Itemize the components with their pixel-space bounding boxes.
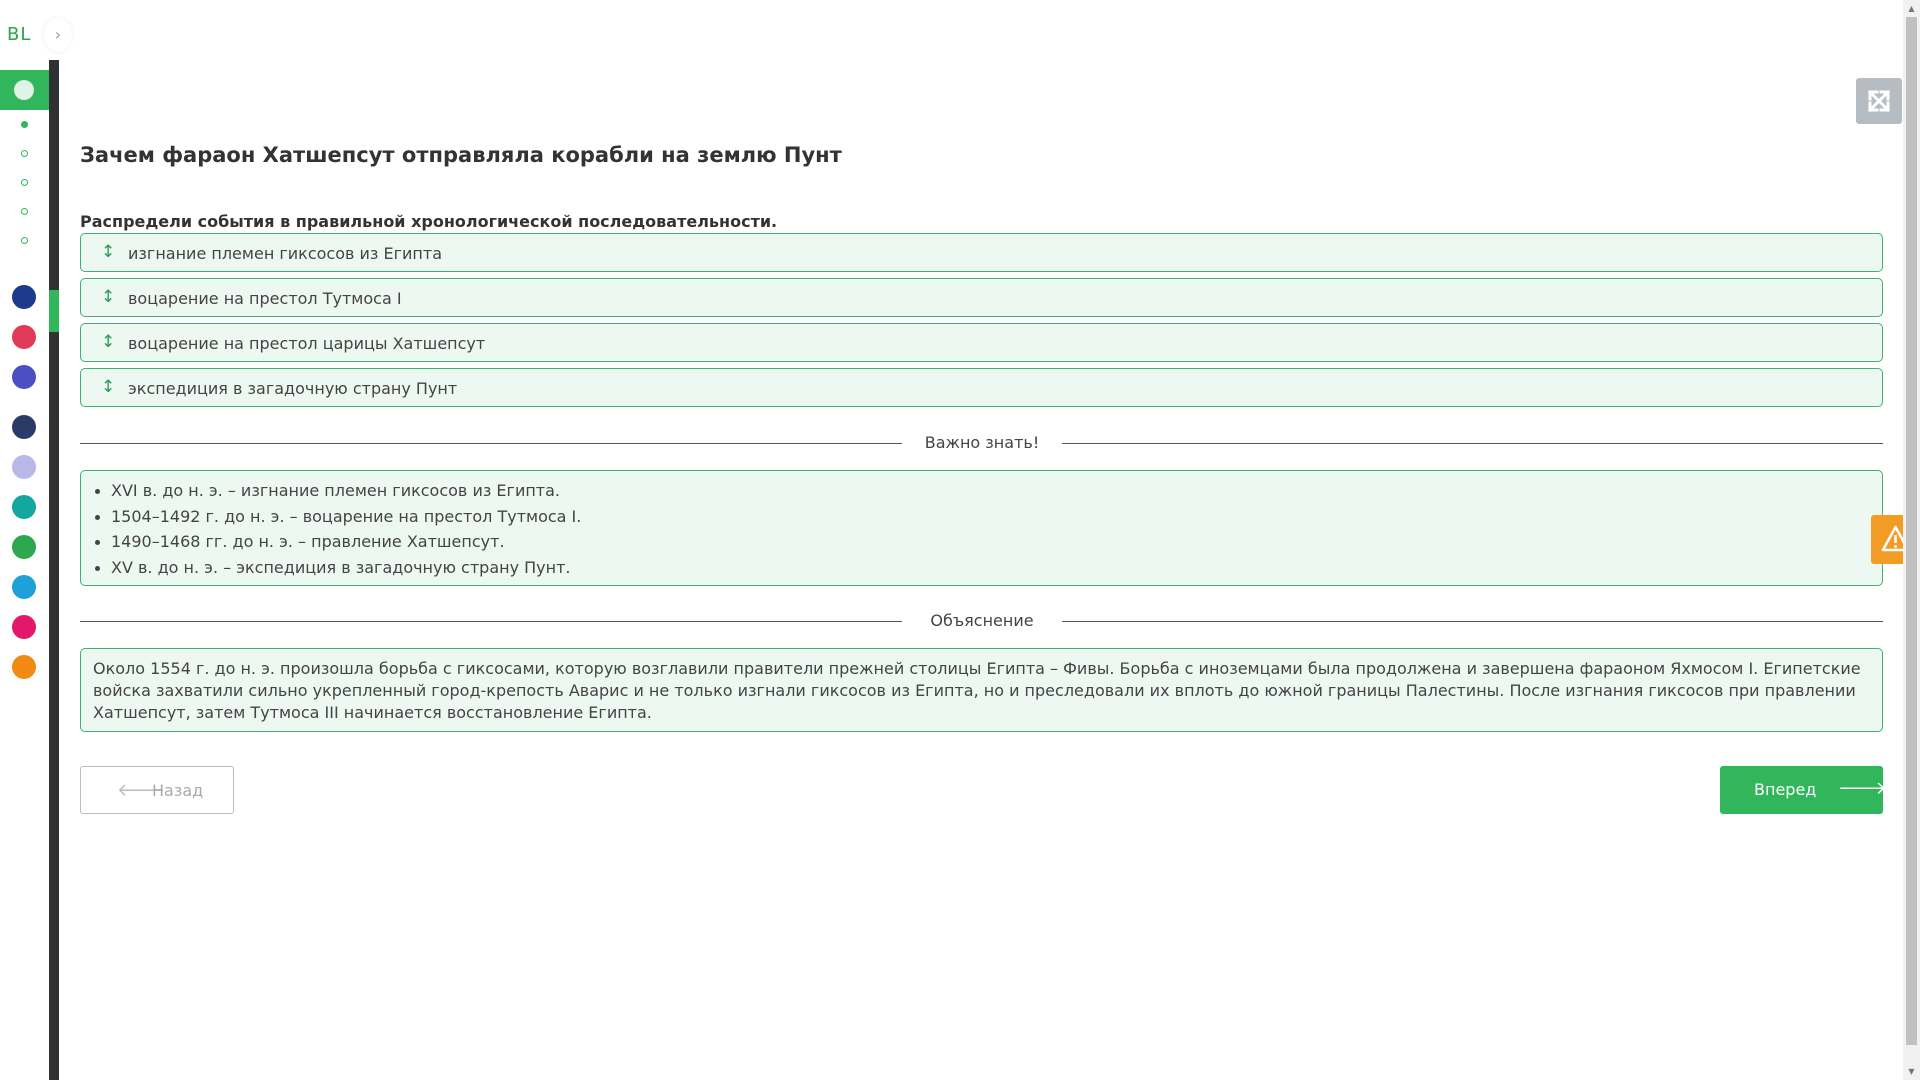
step-dot-1[interactable] xyxy=(21,121,28,128)
test-icon[interactable] xyxy=(12,575,36,599)
fact-item: XV в. до н. э. – экспедиция в загадочную… xyxy=(93,558,581,584)
back-button-label: Назад xyxy=(152,781,204,800)
divider-line xyxy=(80,443,902,444)
explanation-label: Объяснение xyxy=(930,611,1034,630)
sortable-item[interactable]: ↕ изгнание племен гиксосов из Египта xyxy=(80,233,1883,272)
sortable-item[interactable]: ↕ экспедиция в загадочную страну Пунт xyxy=(80,368,1883,407)
drag-handle-icon[interactable]: ↕ xyxy=(101,287,115,307)
important-label: Важно знать! xyxy=(924,433,1040,452)
task-instruction: Распредели события в правильной хронолог… xyxy=(80,212,778,231)
next-button[interactable]: Вперед 🡒 xyxy=(1720,766,1887,814)
arrow-right-icon: 🡒 xyxy=(1838,778,1887,799)
fact-item: 1490–1468 гг. до н. э. – правление Хатше… xyxy=(93,532,581,558)
keyboard-icon[interactable] xyxy=(12,455,36,479)
facts-list: XVI в. до н. э. – изгнание племен гиксос… xyxy=(93,481,581,583)
step-dot-2[interactable] xyxy=(21,150,28,157)
fact-item: 1504–1492 г. до н. э. – воцарение на пре… xyxy=(93,507,581,533)
bilim-media-icon[interactable] xyxy=(12,495,36,519)
orange-app-icon[interactable] xyxy=(12,655,36,679)
next-button-label: Вперед xyxy=(1754,780,1817,799)
step-dot-5[interactable] xyxy=(21,237,28,244)
step-dot-4[interactable] xyxy=(21,208,28,215)
explanation-divider: Объяснение xyxy=(80,611,1883,631)
rail-position-marker xyxy=(49,290,59,332)
scroll-thumb[interactable] xyxy=(1906,17,1917,1045)
sidebar: BL › xyxy=(0,0,72,1080)
drag-handle-icon[interactable]: ↕ xyxy=(101,377,115,397)
fact-item: XVI в. до н. э. – изгнание племен гиксос… xyxy=(93,481,581,507)
bilimclass-icon[interactable] xyxy=(12,365,36,389)
bilimland-icon[interactable] xyxy=(12,285,36,309)
back-button[interactable]: 🡐 Назад xyxy=(80,766,234,814)
step-dot-3[interactable] xyxy=(21,179,28,186)
main-content: Зачем фараон Хатшепсут отправляла корабл… xyxy=(80,0,1887,1080)
sortable-item-label: воцарение на престол царицы Хатшепсут xyxy=(128,334,486,353)
itwiz-icon[interactable] xyxy=(12,615,36,639)
drag-handle-icon[interactable]: ↕ xyxy=(101,332,115,352)
bilimland-logo[interactable]: BL xyxy=(7,24,31,45)
sortable-item-label: изгнание племен гиксосов из Египта xyxy=(128,244,443,263)
sidebar-rail xyxy=(49,60,59,1080)
scrollbar[interactable]: ▲ ▼ xyxy=(1903,0,1920,1080)
bilimland-green-icon[interactable] xyxy=(12,535,36,559)
expand-sidebar-chevron-icon[interactable]: › xyxy=(44,18,72,52)
scroll-down-icon[interactable]: ▼ xyxy=(1903,1063,1920,1080)
important-divider: Важно знать! xyxy=(80,433,1883,453)
divider-line xyxy=(1062,443,1883,444)
divider-line xyxy=(80,621,902,622)
lesson-icon xyxy=(14,80,34,100)
page-title: Зачем фараон Хатшепсут отправляла корабл… xyxy=(80,143,842,167)
drag-handle-icon[interactable]: ↕ xyxy=(101,242,115,262)
explanation-box: Около 1554 г. до н. э. произошла борьба … xyxy=(80,648,1883,732)
explanation-text: Около 1554 г. до н. э. произошла борьба … xyxy=(93,659,1861,722)
sortable-item[interactable]: ↕ воцарение на престол Тутмоса I xyxy=(80,278,1883,317)
important-facts-box: XVI в. до н. э. – изгнание племен гиксос… xyxy=(80,470,1883,586)
bilimshop-icon[interactable] xyxy=(12,325,36,349)
sortable-item[interactable]: ↕ воцарение на престол царицы Хатшепсут xyxy=(80,323,1883,362)
sortable-item-label: экспедиция в загадочную страну Пунт xyxy=(128,379,458,398)
divider-line xyxy=(1062,621,1883,622)
fullscreen-button[interactable] xyxy=(1856,78,1902,124)
logo-row: BL › xyxy=(0,18,72,52)
scroll-up-icon[interactable]: ▲ xyxy=(1903,0,1920,17)
smart-nation-icon[interactable] xyxy=(12,415,36,439)
expand-icon xyxy=(1867,89,1891,113)
sortable-item-label: воцарение на престол Тутмоса I xyxy=(128,289,402,308)
